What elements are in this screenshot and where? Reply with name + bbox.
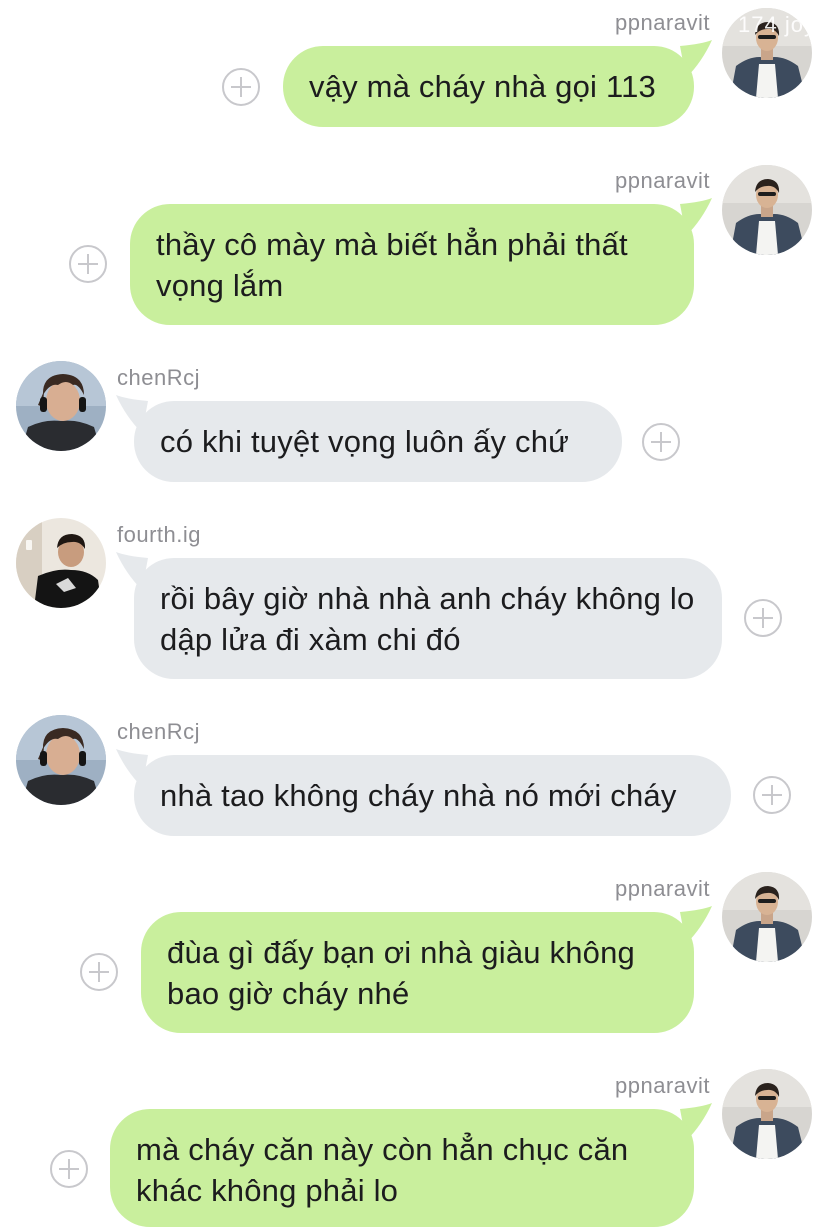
add-reaction-icon[interactable]: [69, 245, 107, 283]
avatar[interactable]: [722, 165, 812, 255]
sender-name: ppnaravit: [614, 876, 710, 901]
sender-name: ppnaravit: [614, 1073, 710, 1098]
add-reaction-icon[interactable]: [642, 423, 680, 461]
avatar[interactable]: 174 joy: [722, 8, 812, 98]
message-bubble[interactable]: rồi bây giờ nhà nhà anh cháy không lo dậ…: [134, 558, 722, 679]
avatar-watermark: 174 joy: [738, 12, 812, 37]
message-bubble[interactable]: có khi tuyệt vọng luôn ấy chứ: [134, 401, 622, 482]
sender-name: ppnaravit: [614, 10, 710, 35]
sender-name: ppnaravit: [614, 168, 710, 193]
message-bubble[interactable]: vậy mà cháy nhà gọi 113: [283, 46, 694, 127]
avatar[interactable]: [722, 872, 812, 962]
avatar[interactable]: [16, 518, 106, 608]
message-bubble[interactable]: thầy cô mày mà biết hẳn phải thất vọng l…: [130, 204, 694, 325]
sender-name: chenRcj: [117, 365, 200, 390]
avatar[interactable]: [722, 1069, 812, 1159]
sender-name: fourth.ig: [117, 522, 201, 547]
add-reaction-icon[interactable]: [222, 68, 260, 106]
message-bubble[interactable]: nhà tao không cháy nhà nó mới cháy: [134, 755, 731, 836]
sender-name: chenRcj: [117, 719, 200, 744]
add-reaction-icon[interactable]: [80, 953, 118, 991]
add-reaction-icon[interactable]: [744, 599, 782, 637]
message-bubble[interactable]: mà cháy căn này còn hẳn chục căn khác kh…: [110, 1109, 694, 1227]
avatar[interactable]: [16, 361, 106, 451]
add-reaction-icon[interactable]: [753, 776, 791, 814]
add-reaction-icon[interactable]: [50, 1150, 88, 1188]
avatar[interactable]: [16, 715, 106, 805]
message-bubble[interactable]: đùa gì đấy bạn ơi nhà giàu không bao giờ…: [141, 912, 694, 1033]
